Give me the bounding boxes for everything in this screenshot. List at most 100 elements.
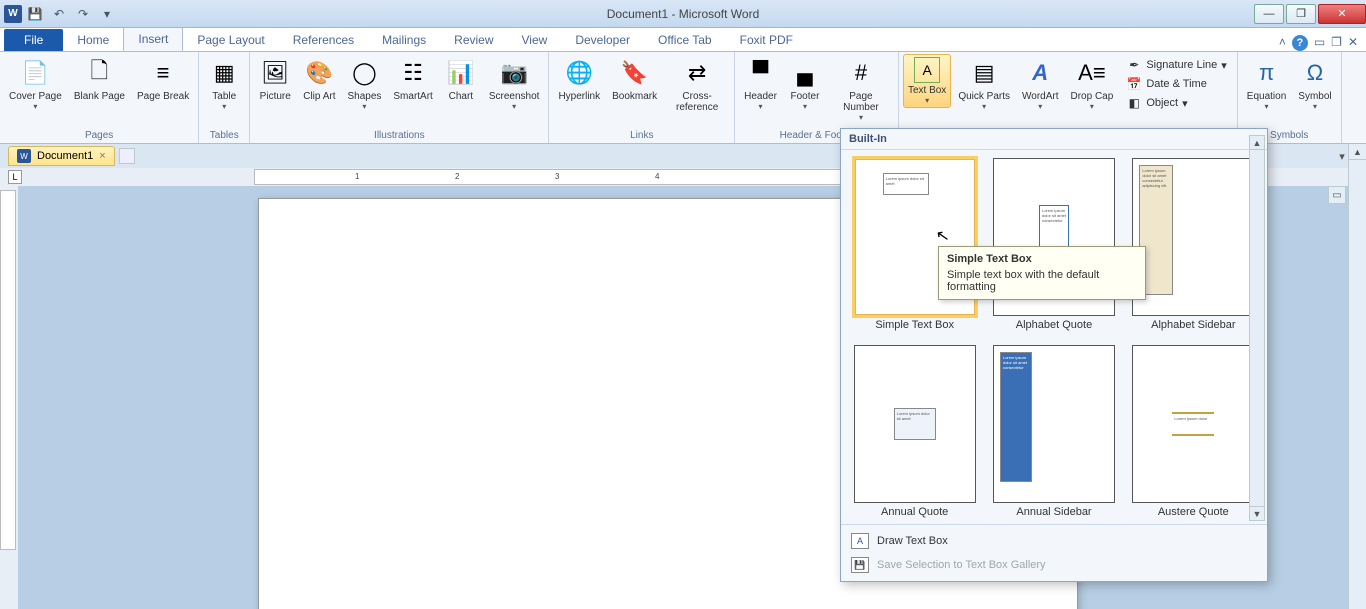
shapes-button[interactable]: ◯Shapes▾ bbox=[342, 54, 386, 114]
ribbon-close-icon[interactable]: ✕ bbox=[1348, 35, 1358, 51]
table-button[interactable]: ▦Table▾ bbox=[203, 54, 245, 114]
signature-line-button[interactable]: ✒Signature Line ▾ bbox=[1122, 56, 1230, 74]
quick-parts-icon: ▤ bbox=[968, 57, 1000, 89]
tab-review[interactable]: Review bbox=[440, 29, 507, 51]
document-title: Document1 - Microsoft Word bbox=[607, 7, 760, 21]
tab-mailings[interactable]: Mailings bbox=[368, 29, 440, 51]
chart-button[interactable]: 📊Chart bbox=[440, 54, 482, 105]
help-icon[interactable]: ? bbox=[1292, 35, 1308, 51]
ruler-toggle-icon[interactable]: ▭ bbox=[1328, 186, 1346, 204]
word-app-icon[interactable]: W bbox=[4, 5, 22, 23]
quick-access-toolbar: W 💾 ↶ ↷ ▾ bbox=[0, 3, 122, 25]
bookmark-button[interactable]: 🔖Bookmark bbox=[607, 54, 662, 105]
bookmark-icon: 🔖 bbox=[619, 57, 651, 89]
footer-button[interactable]: ▄Footer▾ bbox=[784, 54, 826, 114]
object-button[interactable]: ◧Object ▾ bbox=[1122, 94, 1230, 112]
save-selection-menu-item: 💾 Save Selection to Text Box Gallery bbox=[841, 553, 1267, 577]
picture-label: Picture bbox=[260, 89, 291, 102]
text-box-gallery: Built-In Lorem ipsum dolor sit amet Simp… bbox=[840, 128, 1268, 582]
gallery-item-austere-quote[interactable]: Lorem ipsum dolor Austere Quote bbox=[1128, 345, 1259, 524]
tab-foxit-pdf[interactable]: Foxit PDF bbox=[726, 29, 807, 51]
bookmark-label: Bookmark bbox=[612, 89, 657, 102]
draw-text-box-menu-item[interactable]: A Draw Text Box bbox=[841, 529, 1267, 553]
file-tab[interactable]: File bbox=[4, 29, 63, 51]
clip-art-label: Clip Art bbox=[303, 89, 335, 102]
group-tables-label: Tables bbox=[203, 128, 245, 143]
tab-home[interactable]: Home bbox=[63, 29, 123, 51]
redo-icon[interactable]: ↷ bbox=[72, 3, 94, 25]
gallery-scroll-down-icon[interactable]: ▼ bbox=[1250, 506, 1264, 520]
ribbon-options-icon[interactable]: ▭ bbox=[1314, 35, 1325, 51]
header-button[interactable]: ▀Header▾ bbox=[739, 54, 782, 114]
smartart-icon: ☷ bbox=[397, 57, 429, 89]
gallery-item-annual-sidebar[interactable]: Lorem ipsum dolor sit amet consectetur A… bbox=[988, 345, 1119, 524]
text-box-button[interactable]: AText Box▾ bbox=[903, 54, 951, 108]
picture-button[interactable]: 🖼Picture bbox=[254, 54, 296, 105]
wordart-button[interactable]: AWordArt▾ bbox=[1017, 54, 1064, 114]
vertical-ruler[interactable] bbox=[0, 190, 16, 550]
quick-parts-button[interactable]: ▤Quick Parts▾ bbox=[953, 54, 1015, 114]
hyperlink-button[interactable]: 🌐Hyperlink bbox=[553, 54, 605, 105]
tab-view[interactable]: View bbox=[508, 29, 562, 51]
save-icon[interactable]: 💾 bbox=[24, 3, 46, 25]
tab-stop-selector[interactable]: L bbox=[8, 170, 22, 184]
ruler-mark: 2 bbox=[455, 172, 459, 181]
qat-dropdown-icon[interactable]: ▾ bbox=[96, 3, 118, 25]
screenshot-button[interactable]: 📷Screenshot▾ bbox=[484, 54, 545, 114]
scroll-up-icon[interactable]: ▲ bbox=[1349, 144, 1366, 160]
document-tab[interactable]: W Document1 × bbox=[8, 146, 115, 166]
footer-icon: ▄ bbox=[789, 57, 821, 89]
header-label: Header bbox=[744, 89, 777, 102]
ruler-mark: 3 bbox=[555, 172, 559, 181]
smartart-button[interactable]: ☷SmartArt bbox=[388, 54, 437, 105]
tab-references[interactable]: References bbox=[279, 29, 368, 51]
cross-reference-icon: ⇄ bbox=[681, 57, 713, 89]
tab-developer[interactable]: Developer bbox=[561, 29, 644, 51]
page-break-button[interactable]: ≡Page Break bbox=[132, 54, 194, 105]
cross-reference-button[interactable]: ⇄Cross-reference bbox=[664, 54, 730, 116]
window-controls: — ❐ ✕ bbox=[1252, 4, 1366, 24]
symbol-button[interactable]: ΩSymbol▾ bbox=[1293, 54, 1336, 114]
tab-insert[interactable]: Insert bbox=[123, 27, 183, 51]
group-pages: 📄Cover Page▾ 🗋Blank Page ≡Page Break Pag… bbox=[0, 52, 199, 143]
tab-options-icon[interactable]: ▾ bbox=[1339, 150, 1345, 163]
page-break-icon: ≡ bbox=[147, 57, 179, 89]
drop-cap-icon: A≡ bbox=[1076, 57, 1108, 89]
gallery-scroll-up-icon[interactable]: ▲ bbox=[1250, 136, 1264, 150]
blank-page-label: Blank Page bbox=[74, 89, 125, 102]
tab-office-tab[interactable]: Office Tab bbox=[644, 29, 726, 51]
date-time-label: Date & Time bbox=[1146, 78, 1207, 90]
equation-button[interactable]: πEquation▾ bbox=[1242, 54, 1291, 114]
vertical-scrollbar[interactable]: ▲ bbox=[1348, 144, 1366, 609]
gallery-item-label: Austere Quote bbox=[1158, 503, 1229, 524]
close-tab-icon[interactable]: × bbox=[99, 150, 105, 162]
text-box-icon: A bbox=[914, 57, 940, 83]
page-number-button[interactable]: #Page Number▾ bbox=[828, 54, 894, 125]
new-tab-button[interactable] bbox=[119, 148, 135, 164]
minimize-button[interactable]: — bbox=[1254, 4, 1284, 24]
gallery-scrollbar[interactable]: ▲ ▼ bbox=[1249, 135, 1265, 521]
draw-text-box-icon: A bbox=[851, 533, 869, 549]
maximize-button[interactable]: ❐ bbox=[1286, 4, 1316, 24]
clip-art-button[interactable]: 🎨Clip Art bbox=[298, 54, 340, 105]
quick-parts-label: Quick Parts bbox=[958, 89, 1010, 102]
blank-page-button[interactable]: 🗋Blank Page bbox=[69, 54, 130, 105]
horizontal-ruler[interactable]: 1 2 3 4 bbox=[254, 169, 854, 185]
title-bar: W 💾 ↶ ↷ ▾ Document1 - Microsoft Word — ❐… bbox=[0, 0, 1366, 28]
cover-page-button[interactable]: 📄Cover Page▾ bbox=[4, 54, 67, 114]
tab-page-layout[interactable]: Page Layout bbox=[183, 29, 278, 51]
cross-reference-label: Cross-reference bbox=[669, 89, 725, 113]
ribbon-restore-icon[interactable]: ❐ bbox=[1331, 35, 1342, 51]
gallery-item-annual-quote[interactable]: Lorem ipsum dolor sit amet Annual Quote bbox=[849, 345, 980, 524]
group-links: 🌐Hyperlink 🔖Bookmark ⇄Cross-reference Li… bbox=[549, 52, 735, 143]
group-illustrations-label: Illustrations bbox=[254, 128, 544, 143]
undo-icon[interactable]: ↶ bbox=[48, 3, 70, 25]
gallery-item-label: Alphabet Sidebar bbox=[1151, 316, 1235, 337]
group-tables: ▦Table▾ Tables bbox=[199, 52, 250, 143]
gallery-item-alphabet-sidebar[interactable]: Lorem ipsum dolor sit amet consectetur a… bbox=[1128, 158, 1259, 337]
close-button[interactable]: ✕ bbox=[1318, 4, 1366, 24]
drop-cap-button[interactable]: A≡Drop Cap▾ bbox=[1066, 54, 1119, 114]
date-time-button[interactable]: 📅Date & Time bbox=[1122, 75, 1230, 93]
hyperlink-label: Hyperlink bbox=[558, 89, 600, 102]
minimize-ribbon-icon[interactable]: ˄ bbox=[1279, 35, 1286, 51]
